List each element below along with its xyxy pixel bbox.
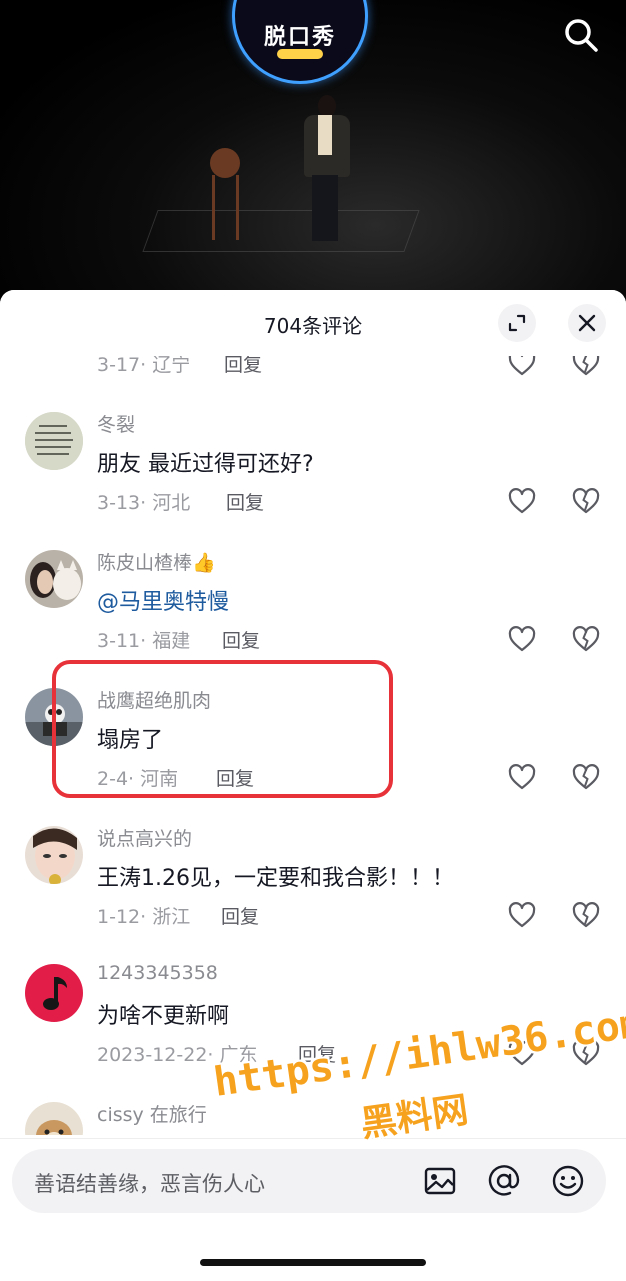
reply-button[interactable]: 回复 [222, 626, 260, 653]
comment-sheet: 3-17· 辽宁 回复 冬裂 朋友 最近过得可还好? 3-13· 河北 回复 陈… [0, 290, 626, 1280]
stool-leg [236, 175, 239, 240]
show-logo-bar [277, 49, 323, 59]
image-icon[interactable] [422, 1163, 458, 1199]
highlight-box [52, 660, 393, 798]
comment-text: 朋友 最近过得可还好? [97, 452, 314, 477]
reply-button[interactable]: 回复 [221, 902, 259, 929]
avatar[interactable] [25, 550, 83, 608]
comment-item: 冬裂 朋友 最近过得可还好? 3-13· 河北 回复 [0, 398, 626, 536]
avatar-image [25, 1102, 83, 1135]
comment-text: 为啥不更新啊 [97, 1004, 230, 1029]
avatar[interactable] [25, 1102, 83, 1135]
performer-head [318, 95, 336, 117]
comment-input-bar: 善语结善缘，恶言伤人心 [0, 1138, 626, 1281]
avatar[interactable] [25, 412, 83, 470]
comment-input[interactable]: 善语结善缘，恶言伤人心 [12, 1149, 606, 1213]
performer-legs [312, 175, 338, 241]
emoji-icon[interactable] [550, 1163, 586, 1199]
music-note-icon [25, 964, 83, 1022]
performer-scarf [318, 115, 332, 155]
broken-heart-icon[interactable] [571, 900, 601, 930]
reply-button[interactable]: 回复 [226, 488, 264, 515]
mention-link[interactable]: @马里奥特慢 [97, 584, 229, 616]
avatar-image [25, 550, 83, 608]
comment-input-placeholder: 善语结善缘，恶言伤人心 [34, 1172, 265, 1196]
home-indicator[interactable] [200, 1259, 426, 1266]
search-icon[interactable] [560, 14, 602, 56]
comment-sheet-header: 704条评论 [0, 290, 626, 356]
comment-item: 陈皮山楂棒👍 @马里奥特慢 3-11· 福建 回复 [0, 536, 626, 674]
show-logo: 脱口秀 [232, 0, 368, 84]
close-icon [578, 314, 596, 332]
comment-meta: 3-13· 河北 [97, 492, 191, 514]
expand-button[interactable] [498, 304, 536, 342]
avatar-image [25, 826, 83, 884]
comment-username[interactable]: 陈皮山楂棒👍 [97, 548, 216, 575]
avatar[interactable] [25, 826, 83, 884]
heart-icon[interactable] [507, 486, 537, 516]
comment-username[interactable]: 说点高兴的 [97, 824, 192, 851]
comment-meta: 1-12· 浙江 [97, 906, 191, 928]
avatar[interactable] [25, 964, 83, 1022]
stool [210, 148, 240, 178]
comment-username[interactable]: cissy 在旅行 [97, 1100, 207, 1127]
broken-heart-icon[interactable] [571, 486, 601, 516]
heart-icon[interactable] [507, 762, 537, 792]
performer [302, 95, 352, 245]
show-logo-text: 脱口秀 [263, 25, 336, 50]
comment-item: cissy 在旅行 [0, 1088, 626, 1135]
comment-username[interactable]: 冬裂 [97, 410, 135, 437]
heart-icon[interactable] [507, 900, 537, 930]
heart-icon[interactable] [507, 624, 537, 654]
broken-heart-icon[interactable] [571, 762, 601, 792]
close-button[interactable] [568, 304, 606, 342]
comment-text: 王涛1.26见，一定要和我合影！！！ [97, 866, 454, 891]
stool-leg [212, 175, 215, 240]
avatar-image [25, 412, 83, 470]
comment-item: 说点高兴的 王涛1.26见，一定要和我合影！！！ 1-12· 浙江 回复 [0, 812, 626, 950]
video-player[interactable]: 脱口秀 [0, 0, 626, 300]
comment-username[interactable]: 1243345358 [97, 962, 218, 984]
broken-heart-icon[interactable] [571, 624, 601, 654]
comment-meta: 3-11· 福建 [97, 630, 191, 652]
expand-icon [508, 314, 526, 332]
stage-floor [142, 210, 420, 252]
mention-icon[interactable] [486, 1163, 522, 1199]
comment-list[interactable]: 3-17· 辽宁 回复 冬裂 朋友 最近过得可还好? 3-13· 河北 回复 陈… [0, 290, 626, 1135]
